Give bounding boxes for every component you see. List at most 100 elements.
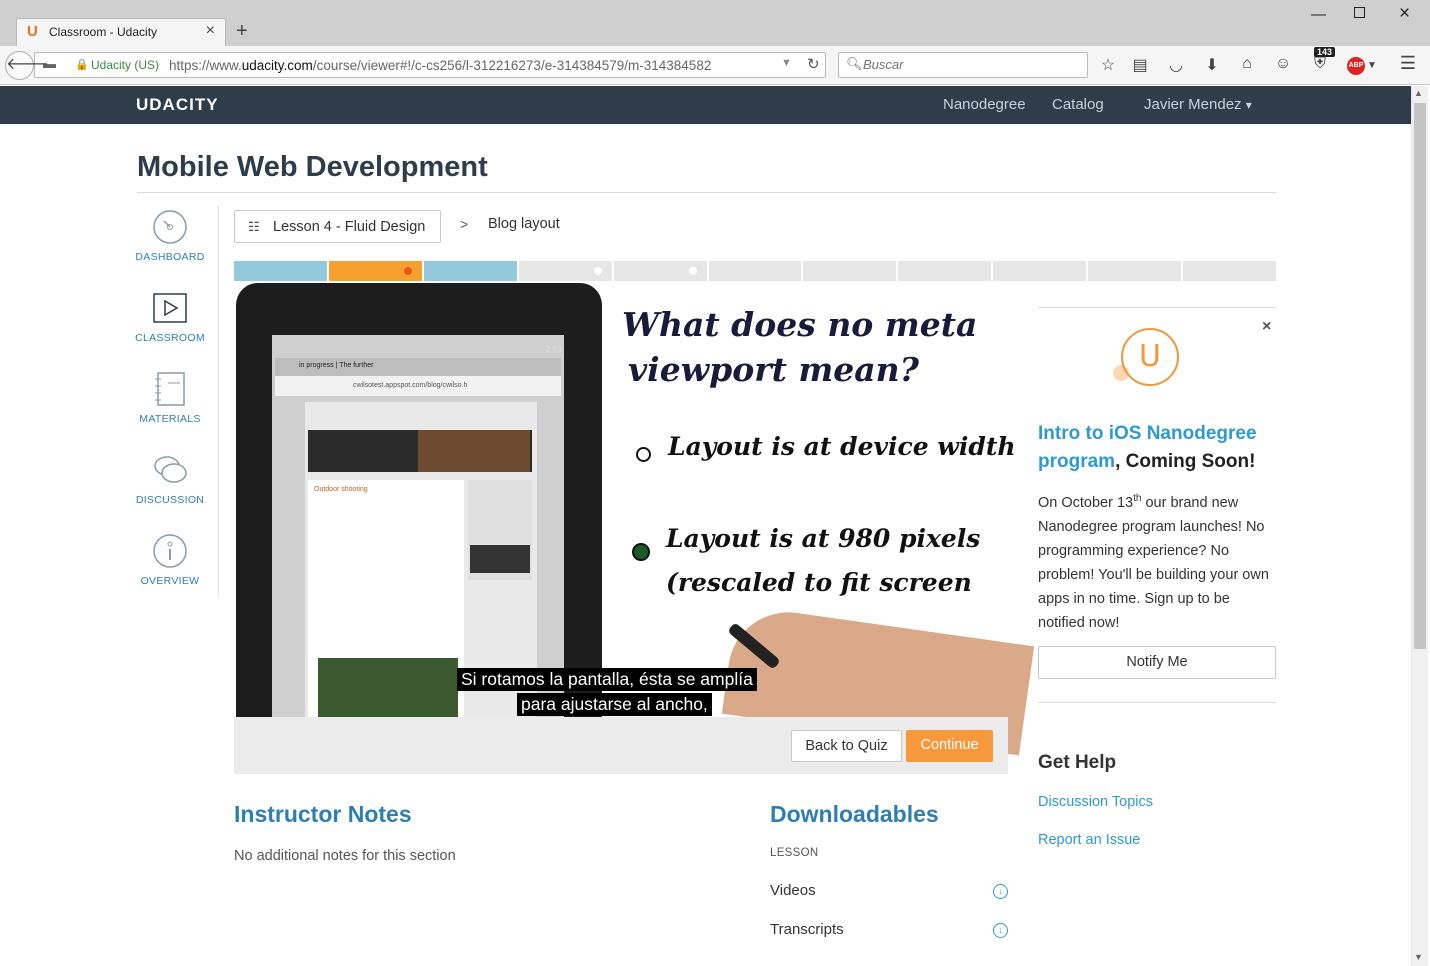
udacity-logo[interactable]: UDACITY [136,95,219,115]
radio-option-2-selected-icon [632,543,650,561]
sidebar-divider [218,205,219,598]
progress-segment-incomplete[interactable] [803,261,897,281]
address-bar[interactable]: ▬ 🔒 Udacity (US) https://www.udacity.com… [34,52,826,78]
progress-segment-incomplete[interactable] [613,261,707,281]
udacity-favicon-icon: U [27,23,38,40]
minimize-window-icon[interactable]: — [1311,6,1326,23]
search-input[interactable] [863,57,1063,72]
tablet-clock: 2:53 [546,345,562,354]
chat-bubbles-icon [152,452,188,488]
progress-dot-icon [593,267,602,275]
info-icon [152,533,188,569]
close-promo-icon[interactable]: × [1262,318,1271,336]
maximize-window-icon[interactable] [1354,7,1365,18]
play-icon [152,290,188,326]
progress-segment-incomplete[interactable] [898,261,992,281]
downloadables-section-label: LESSON [770,847,819,859]
nav-nanodegree[interactable]: Nanodegree [943,96,1026,113]
extension-shield-icon[interactable]: ⛨ [1310,55,1330,73]
sidebar-label: CLASSROOM [135,332,205,344]
extension-badge: 143 [1314,47,1336,57]
pocket-icon[interactable]: ◡ [1166,55,1186,75]
subtitle-line-1: Si rotamos la pantalla, ésta se amplía [457,668,757,691]
promo-title: Intro to iOS Nanodegree program, Coming … [1038,423,1257,472]
site-identity[interactable]: Udacity (US) [91,58,159,72]
sidebar-item-materials[interactable]: MATERIALS [129,371,211,425]
discussion-topics-link[interactable]: Discussion Topics [1038,794,1153,810]
back-to-quiz-button[interactable]: Back to Quiz [791,730,902,762]
chat-icon[interactable]: ☺ [1273,55,1293,73]
sidebar-label: OVERVIEW [140,575,200,587]
progress-dot-icon [688,267,697,275]
progress-segment-incomplete[interactable] [993,261,1087,281]
blog-sidebar-box [470,545,530,573]
promo-body: On October 13th our brand new Nanodegree… [1038,493,1269,631]
chevron-down-icon: ▾ [1245,98,1252,112]
scroll-down-icon[interactable]: ▼ [1414,952,1423,962]
back-button[interactable]: 🡐 [5,51,49,80]
download-icon[interactable]: ↓ [993,923,1008,938]
lock-icon: 🔒 [75,59,89,71]
progress-segment-incomplete[interactable] [518,261,612,281]
download-transcripts-link[interactable]: Transcripts [770,921,844,938]
lesson-name: Lesson 4 - Fluid Design [273,219,426,235]
adblock-dropdown-icon[interactable]: ▼ [1362,60,1382,71]
progress-segment-incomplete[interactable] [708,261,802,281]
lesson-selector-button[interactable]: ☷ Lesson 4 - Fluid Design [234,210,441,243]
sidebar-label: DISCUSSION [135,494,205,506]
sidebar-item-classroom[interactable]: CLASSROOM [129,290,211,344]
notify-me-button[interactable]: Notify Me [1038,646,1276,679]
hamburger-menu-icon[interactable]: ☰ [1398,53,1418,74]
search-box[interactable]: 🔍︎ [838,52,1088,78]
lesson-progress-bar [234,261,1276,281]
progress-segment-complete[interactable] [423,261,517,281]
sidebar-label: MATERIALS [139,413,201,425]
progress-dot-icon [403,267,412,275]
new-tab-button[interactable]: + [236,20,248,43]
page-title: Mobile Web Development [137,151,488,183]
report-issue-link[interactable]: Report an Issue [1038,832,1140,848]
continue-button[interactable]: Continue [906,730,993,762]
reading-list-icon[interactable]: ▤ [1130,55,1150,75]
whiteboard-line-2: viewport mean? [628,350,919,389]
udacity-promo-logo: U [1121,328,1179,386]
close-tab-icon[interactable]: × [206,22,215,40]
title-divider [137,192,1276,193]
close-window-icon[interactable]: × [1399,3,1410,25]
progress-segment-incomplete[interactable] [1088,261,1182,281]
sidebar-item-overview[interactable]: OVERVIEW [129,533,211,587]
scrollbar-thumb[interactable] [1414,103,1426,649]
sidebar-label: DASHBOARD [135,251,205,263]
bookmark-star-icon[interactable]: ☆ [1098,55,1118,75]
instructor-notes-title: Instructor Notes [234,801,412,827]
download-icon[interactable]: ↓ [993,884,1008,899]
radio-option-1-icon [636,447,651,462]
progress-segment-complete[interactable] [234,261,327,281]
get-help-title: Get Help [1038,752,1117,773]
progress-segment-incomplete[interactable] [1183,261,1276,281]
progress-segment-current[interactable] [328,261,422,281]
whiteboard-option-1: Layout is at device width [668,432,1016,461]
url-text[interactable]: https://www.udacity.com/course/viewer#!/… [169,58,711,73]
blog-header-photo-2 [418,430,530,472]
url-dropdown-icon[interactable]: ▼ [781,57,792,69]
whiteboard-option-2: Layout is at 980 pixels [666,524,981,553]
search-icon: 🔍︎ [846,56,863,71]
nav-catalog[interactable]: Catalog [1052,96,1104,113]
download-videos-link[interactable]: Videos [770,882,816,899]
reload-icon[interactable]: ↻ [807,55,820,73]
nav-user-menu[interactable]: Javier Mendez ▾ [1144,96,1252,113]
tab-title: Classroom - Udacity [49,25,158,39]
downloadables-title: Downloadables [770,801,939,827]
list-icon: ☷ [248,219,260,234]
dashboard-gauge-icon [152,209,188,245]
browser-tab[interactable]: U Classroom - Udacity × [16,18,226,47]
home-icon[interactable]: ⌂ [1237,55,1257,73]
promo-divider-top [1038,307,1276,308]
tablet-browser-tabbar: in progress | The further [275,358,561,376]
download-icon[interactable]: ⬇ [1202,55,1222,75]
instructor-notes-body: No additional notes for this section [234,848,456,864]
sidebar-item-dashboard[interactable]: DASHBOARD [129,209,211,263]
scroll-up-icon[interactable]: ▲ [1414,88,1423,98]
sidebar-item-discussion[interactable]: DISCUSSION [129,452,211,506]
